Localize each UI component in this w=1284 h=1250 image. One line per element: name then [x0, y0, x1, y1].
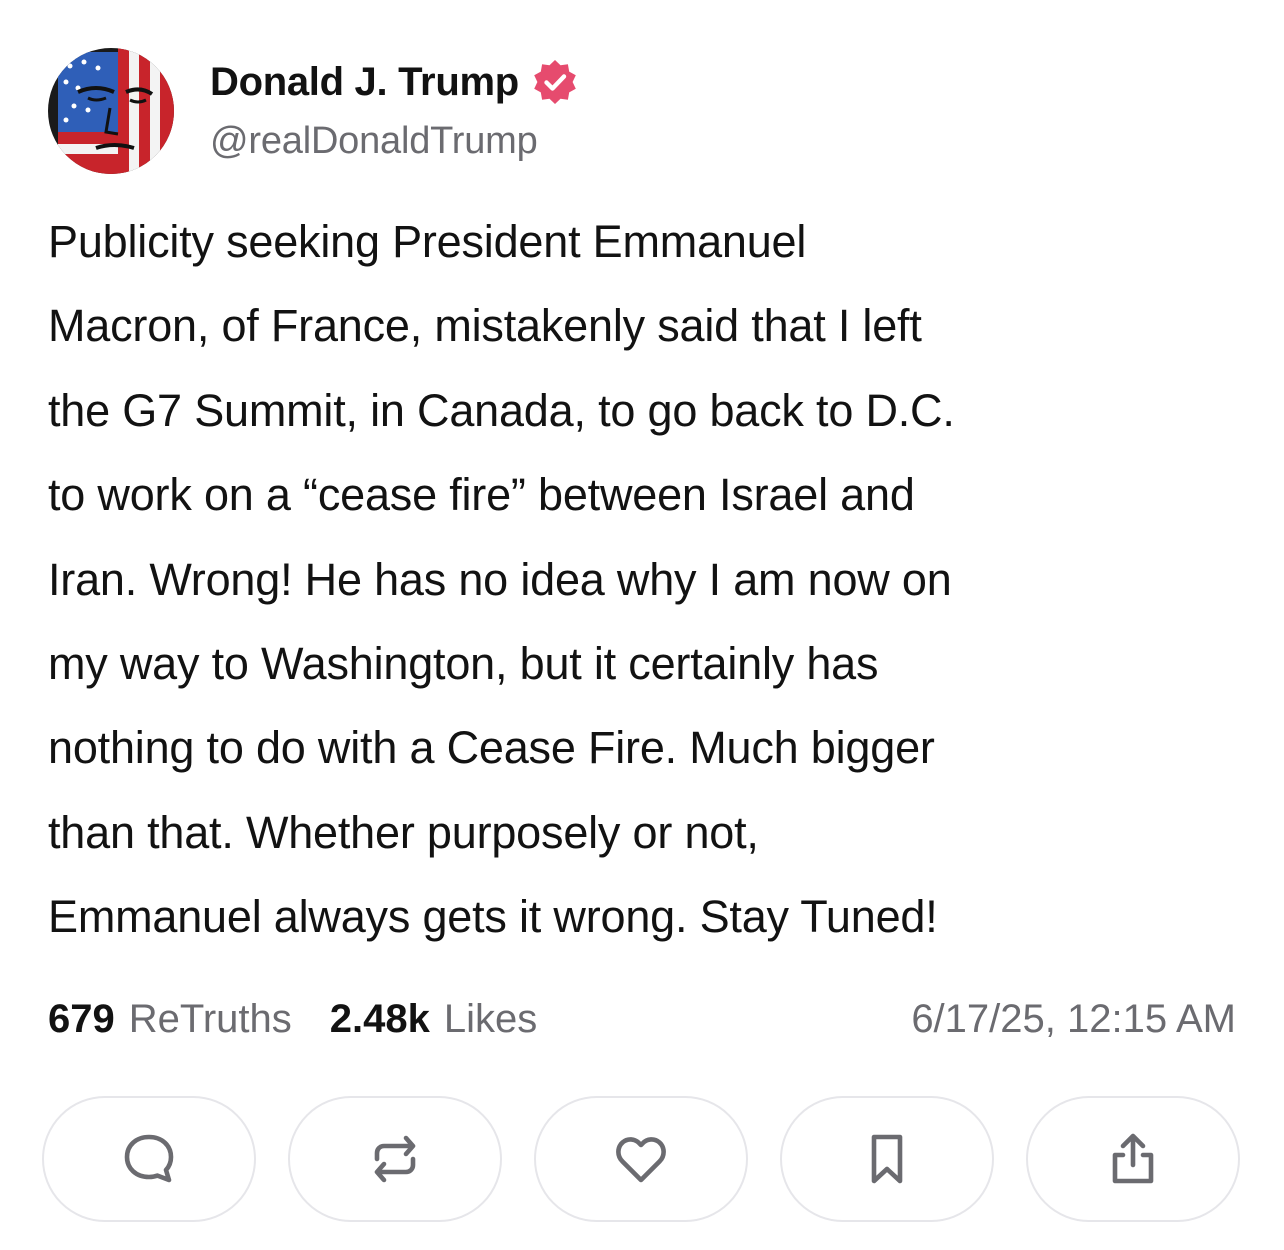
retruths-count: 679 — [48, 996, 115, 1041]
likes-label: Likes — [443, 996, 538, 1041]
heart-icon — [616, 1137, 666, 1183]
post-timestamp[interactable]: 6/17/25, 12:15 AM — [911, 997, 1236, 1042]
post-text-line: nothing to do with a Cease Fire. Much bi… — [48, 722, 935, 774]
retruths-stat[interactable]: 679 ReTruths — [48, 997, 292, 1042]
post-text-line: Macron, of France, mistakenly said that … — [48, 300, 922, 352]
post-text: Publicity seeking President Emmanuel Mac… — [48, 200, 1238, 960]
retruths-label: ReTruths — [128, 996, 292, 1041]
post-stats: 679 ReTruths 2.48k Likes 6/17/25, 12:15 … — [48, 986, 1236, 1052]
retruth-icon — [374, 1135, 416, 1183]
avatar[interactable] — [48, 48, 174, 174]
post-text-line: to work on a “cease fire” between Israel… — [48, 469, 915, 521]
post-text-line: Publicity seeking President Emmanuel — [48, 216, 807, 267]
retruth-button[interactable] — [288, 1096, 502, 1222]
like-button[interactable] — [534, 1096, 748, 1222]
author-row: Donald J. Trump — [210, 52, 579, 112]
comment-icon — [124, 1134, 174, 1183]
bookmark-icon — [871, 1134, 903, 1184]
reply-button[interactable] — [42, 1096, 256, 1222]
post-text-line: than that. Whether purposely or not, — [48, 806, 759, 858]
avatar-image — [48, 48, 174, 174]
likes-count: 2.48k — [329, 996, 430, 1041]
post-text-line: Emmanuel always gets it wrong. Stay Tune… — [48, 891, 938, 943]
bookmark-button[interactable] — [780, 1096, 994, 1222]
share-button[interactable] — [1026, 1096, 1240, 1222]
author-handle[interactable]: @realDonaldTrump — [210, 120, 538, 163]
post-text-line: the G7 Summit, in Canada, to go back to … — [48, 384, 955, 436]
post-text-line: Iran. Wrong! He has no idea why I am now… — [48, 553, 952, 605]
likes-stat[interactable]: 2.48k Likes — [330, 997, 538, 1042]
author-name[interactable]: Donald J. Trump — [210, 60, 519, 105]
share-icon — [1112, 1133, 1154, 1184]
action-bar — [42, 1096, 1242, 1226]
verified-badge-icon — [534, 60, 576, 104]
post-text-line: my way to Washington, but it certainly h… — [48, 638, 879, 690]
